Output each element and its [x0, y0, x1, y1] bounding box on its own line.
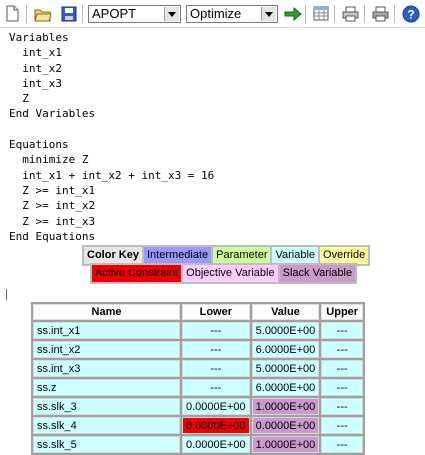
upper-cell: ---	[321, 379, 364, 396]
color-key-slack-variable: Slack Variable	[279, 265, 356, 282]
table-row: ss.slk_5 0.0000E+00 1.0000E+00 ---	[33, 436, 364, 453]
lower-cell: ---	[182, 360, 250, 377]
divider-line	[6, 289, 7, 300]
chevron-down-icon[interactable]	[164, 7, 179, 21]
table-row: ss.int_x1 --- 5.0000E+00 ---	[33, 322, 364, 339]
mode-select-value: Optimize	[190, 6, 242, 21]
color-key-title: Color Key	[84, 247, 142, 264]
toolbar-separator	[305, 5, 306, 23]
spreadsheet-icon[interactable]	[311, 4, 330, 23]
upper-cell: ---	[321, 436, 364, 453]
value-cell: 1.0000E+00	[251, 398, 320, 415]
toolbar: APOPT Optimize ?	[0, 0, 425, 28]
color-key-objective-variable: Objective Variable	[183, 265, 278, 282]
toolbar-separator	[394, 5, 395, 23]
color-key-intermediate: Intermediate	[143, 247, 212, 264]
upper-cell: ---	[321, 417, 364, 434]
name-cell: ss.slk_5	[33, 436, 180, 453]
solver-select[interactable]: APOPT	[88, 5, 181, 23]
column-header-name: Name	[33, 304, 180, 320]
color-key-variable: Variable	[272, 247, 319, 264]
value-cell: 5.0000E+00	[251, 322, 320, 339]
name-cell: ss.int_x2	[33, 341, 180, 358]
chevron-down-icon[interactable]	[261, 7, 276, 21]
upper-cell: ---	[321, 360, 364, 377]
color-key-override: Override	[320, 247, 369, 264]
new-file-icon[interactable]	[3, 4, 22, 23]
toolbar-separator	[82, 5, 83, 23]
color-key-table-row2: Active Constraint Objective Variable Sla…	[90, 263, 358, 284]
help-icon[interactable]: ?	[401, 4, 420, 23]
svg-text:?: ?	[407, 7, 414, 21]
value-cell: 6.0000E+00	[251, 379, 320, 396]
toolbar-separator	[26, 5, 27, 23]
mode-select[interactable]: Optimize	[186, 5, 278, 23]
lower-cell: 0.0000E+00	[182, 417, 250, 434]
lower-cell: ---	[182, 379, 250, 396]
lower-cell: ---	[182, 341, 250, 358]
value-cell: 6.0000E+00	[251, 341, 320, 358]
toolbar-separator	[334, 5, 335, 23]
upper-cell: ---	[321, 322, 364, 339]
print-icon[interactable]	[371, 4, 390, 23]
open-folder-icon[interactable]	[33, 4, 52, 23]
print-preview-icon[interactable]	[341, 4, 360, 23]
results-table: Name Lower Value Upper ss.int_x1 --- 5.000…	[31, 302, 366, 455]
name-cell: ss.z	[33, 379, 180, 396]
table-row: ss.slk_4 0.0000E+00 0.0000E+00 ---	[33, 417, 364, 434]
lower-cell: ---	[182, 322, 250, 339]
name-cell: ss.int_x1	[33, 322, 180, 339]
upper-cell: ---	[321, 341, 364, 358]
table-row: ss.int_x3 --- 5.0000E+00 ---	[33, 360, 364, 377]
column-header-upper: Upper	[321, 304, 364, 320]
column-header-value: Value	[251, 304, 320, 320]
lower-cell: 0.0000E+00	[182, 436, 250, 453]
value-cell: 0.0000E+00	[251, 417, 320, 434]
color-key-active-constraint: Active Constraint	[92, 265, 182, 282]
name-cell: ss.slk_4	[33, 417, 180, 434]
table-row: ss.int_x2 --- 6.0000E+00 ---	[33, 341, 364, 358]
upper-cell: ---	[321, 398, 364, 415]
table-row: ss.slk_3 0.0000E+00 1.0000E+00 ---	[33, 398, 364, 415]
results-body: ss.int_x1 --- 5.0000E+00 --- ss.int_x2 --- 6.0…	[33, 322, 364, 453]
save-icon[interactable]	[59, 4, 78, 23]
lower-cell: 0.0000E+00	[182, 398, 250, 415]
solver-select-value: APOPT	[92, 6, 137, 21]
results-header-row: Name Lower Value Upper	[33, 304, 364, 320]
value-cell: 5.0000E+00	[251, 360, 320, 377]
color-key-parameter: Parameter	[213, 247, 271, 264]
toolbar-separator	[364, 5, 365, 23]
value-cell: 1.0000E+00	[251, 436, 320, 453]
column-header-lower: Lower	[182, 304, 250, 320]
table-row: ss.z --- 6.0000E+00 ---	[33, 379, 364, 396]
name-cell: ss.int_x3	[33, 360, 180, 377]
model-text: Variables int_x1 int_x2 int_x3 Z End Var…	[9, 31, 215, 243]
run-arrow-icon[interactable]	[283, 4, 302, 23]
name-cell: ss.slk_3	[33, 398, 180, 415]
